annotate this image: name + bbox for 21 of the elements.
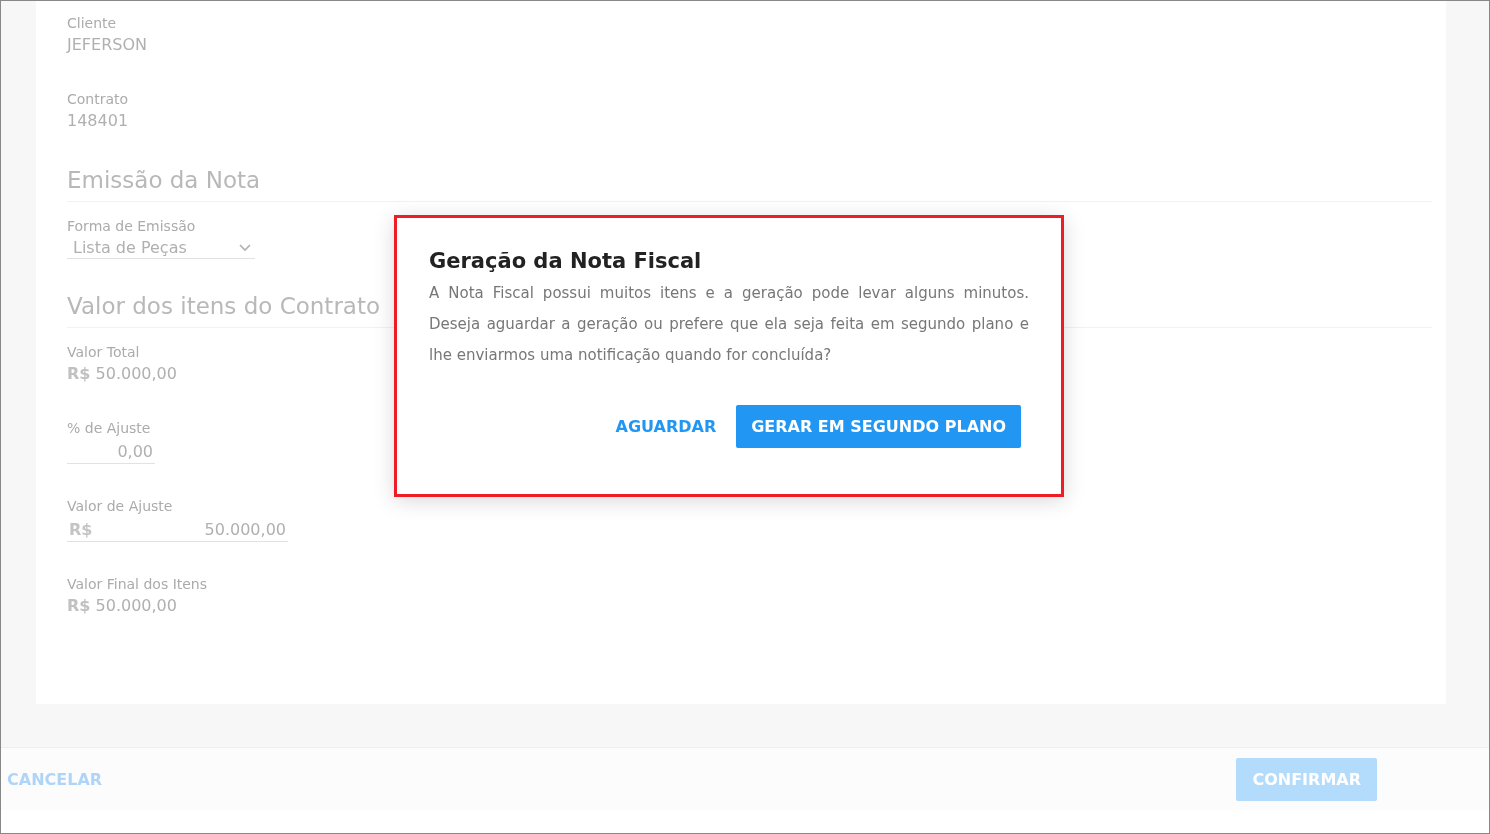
field-value: R$ 50.000,00 [67,595,178,617]
field-label: Valor de Ajuste [67,497,174,516]
field-value: JEFERSON [67,34,147,56]
field-value: 148401 [67,110,129,132]
chevron-down-icon [239,243,251,252]
dropdown-field[interactable]: Lista de Peças [67,236,255,259]
dialog-title: Geração da Nota Fiscal [429,248,703,275]
field-label: Forma de Emissão [67,217,197,236]
input-field[interactable]: R$ 50.000,00 [67,516,288,542]
section-title: Emissão da Nota [67,165,1432,202]
confirm-button[interactable]: CONFIRMAR [1236,757,1377,801]
field-value: R$ 50.000,00 [67,363,177,385]
background-button[interactable]: GERAR EM SEGUNDO PLANO [736,405,1021,448]
cancel-button[interactable]: CANCELAR [5,765,105,793]
field-label: Cliente [67,14,118,33]
field-label: Contrato [67,90,129,109]
wait-button[interactable]: AGUARDAR [613,413,719,440]
field-label: Valor Final dos Itens [67,575,208,594]
input-field[interactable]: 0,00 [67,438,155,464]
field-label: Valor Total [67,343,141,362]
field-label: % de Ajuste [67,419,152,438]
